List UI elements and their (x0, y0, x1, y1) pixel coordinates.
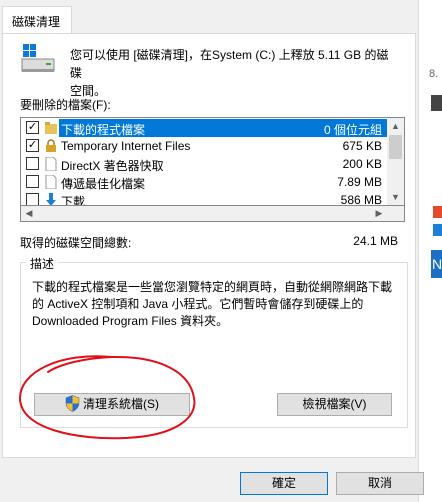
list-item-size: 675 KB (342, 139, 382, 153)
total-space-value: 24.1 MB (353, 234, 398, 248)
horizontal-scrollbar[interactable]: ◀ ▶ (20, 206, 405, 222)
list-item-name: DirectX 著色器快取 (61, 159, 164, 173)
files-to-delete-label: 要刪除的檔案(F): (20, 98, 111, 112)
checkbox[interactable] (26, 157, 39, 170)
list-item-name: 下載 (61, 195, 86, 206)
files-to-delete-list[interactable]: ✓ 下載的程式檔案 0 個位元組 ✓ Temporary Internet Fi… (20, 117, 405, 206)
list-item-size: 7.89 MB (337, 175, 382, 189)
list-item[interactable]: 下載 586 MB (21, 191, 388, 206)
download-icon (46, 193, 56, 205)
tab-strip: 磁碟清理 (0, 0, 418, 34)
scroll-down-arrow-icon[interactable]: ▼ (387, 189, 404, 205)
file-icon (45, 175, 57, 189)
cleanup-system-files-button[interactable]: 清理系統檔(S) (34, 393, 190, 416)
background-tile-blue (433, 224, 442, 236)
disk-cleanup-dialog: 磁碟清理 您可以使用 [磁碟清理]，在System (C:) 上釋放 5.11 … (0, 0, 418, 502)
intro-text: 您可以使用 [磁碟清理]，在System (C:) 上釋放 5.11 GB 的磁… (70, 46, 400, 100)
checkbox[interactable] (26, 175, 39, 188)
view-files-label: 檢視檔案(V) (302, 397, 367, 411)
scroll-thumb[interactable] (389, 135, 402, 159)
background-letter-tile: N (431, 250, 442, 278)
list-item-size: 586 MB (340, 193, 382, 206)
lock-icon (46, 139, 56, 152)
uac-shield-icon (65, 395, 80, 412)
description-legend: 描述 (26, 255, 59, 272)
list-item-name: 傳遞最佳化檔案 (61, 177, 146, 191)
list-item[interactable]: DirectX 著色器快取 200 KB (21, 155, 388, 173)
checkbox[interactable]: ✓ (26, 139, 39, 152)
description-line-2: 的 ActiveX 控制項和 Java 小程式。它們暫時會儲存到硬碟上的 (32, 297, 364, 311)
file-icon (45, 157, 57, 171)
tab-disk-cleanup[interactable]: 磁碟清理 (2, 6, 72, 34)
list-item-size: 0 個位元組 (323, 123, 382, 137)
checkbox[interactable] (26, 193, 39, 205)
list-item-size: 200 KB (342, 157, 382, 171)
tab-label: 磁碟清理 (12, 15, 61, 29)
ok-label: 確定 (271, 476, 296, 490)
description-text: 下載的程式檔案是一些當您瀏覽特定的網頁時，自動從網際網路下載 的 ActiveX… (32, 279, 404, 330)
background-tile-red (433, 206, 442, 218)
description-line-3: Downloaded Program Files 資料夾。 (32, 314, 229, 328)
description-line-1: 下載的程式檔案是一些當您瀏覽特定的網頁時，自動從網際網路下載 (32, 280, 393, 294)
cancel-button[interactable]: 取消 (336, 472, 424, 495)
view-files-button[interactable]: 檢視檔案(V) (277, 393, 392, 416)
list-item[interactable]: 傳遞最佳化檔案 7.89 MB (21, 173, 388, 191)
ok-button[interactable]: 確定 (240, 472, 328, 495)
list-item[interactable]: ✓ Temporary Internet Files 675 KB (21, 137, 388, 155)
drive-cleanup-icon (21, 44, 55, 72)
list-item-name: Temporary Internet Files (61, 139, 191, 153)
intro-line-2: 空間。 (70, 84, 107, 98)
background-window-edge: 8. N (418, 0, 442, 502)
background-text: 8. (429, 68, 439, 80)
vertical-scrollbar[interactable]: ▲ ▼ (387, 118, 404, 205)
folder-icon (45, 122, 57, 134)
cleanup-system-files-label: 清理系統檔(S) (83, 397, 159, 411)
total-space-label: 取得的磁碟空間總數: (20, 236, 132, 250)
cancel-label: 取消 (367, 476, 392, 490)
background-block (431, 95, 442, 111)
checkbox[interactable]: ✓ (26, 121, 39, 134)
list-item-name: 下載的程式檔案 (61, 123, 146, 137)
list-item[interactable]: ✓ 下載的程式檔案 0 個位元組 (21, 119, 388, 137)
scroll-right-arrow-icon[interactable]: ▶ (371, 206, 387, 221)
scroll-left-arrow-icon[interactable]: ◀ (21, 206, 37, 221)
intro-line-1: 您可以使用 [磁碟清理]，在System (C:) 上釋放 5.11 GB 的磁… (70, 48, 389, 80)
scroll-up-arrow-icon[interactable]: ▲ (387, 118, 404, 134)
